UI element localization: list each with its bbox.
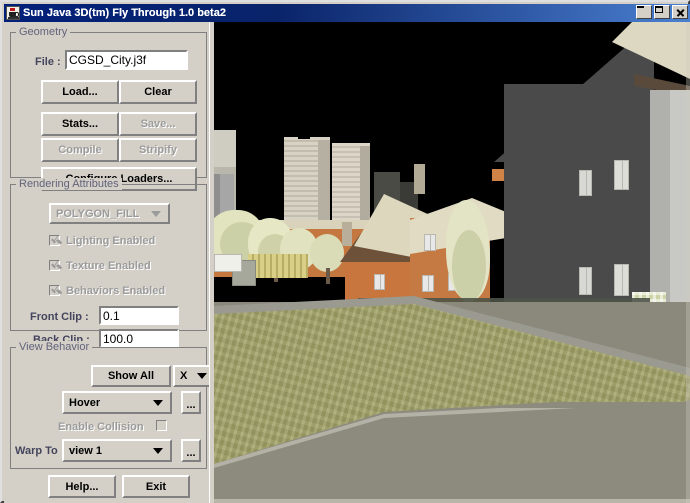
maximize-button[interactable] [654,5,670,19]
texture-enabled-checkbox: ✓ [49,260,60,271]
polygon-mode-combo: POLYGON_FILL [49,203,170,224]
behaviors-enabled-checkbox: ✓ [49,285,60,296]
footer-buttons: Help... Exit [4,477,213,503]
behavior-value: Hover [64,397,153,409]
save-button: Save... [119,112,197,136]
geometry-group-title: Geometry [16,26,70,38]
tree-trunk-3 [326,268,330,284]
axis-combo[interactable]: X [173,365,213,387]
file-input[interactable]: CGSD_City.j3f [65,50,188,70]
lighting-enabled-checkbox: ✓ [49,235,60,246]
tree-foliage-mid-b [452,230,486,302]
tower-a-side [318,140,330,232]
back-clip-input[interactable]: 100.0 [99,329,179,348]
exit-button[interactable]: Exit [122,475,190,498]
axis-value: X [175,370,197,382]
3d-canvas[interactable] [214,22,690,503]
title-bar[interactable]: Sun Java 3D(tm) Fly Through 1.0 beta2 [4,4,690,22]
clear-button[interactable]: Clear [119,80,197,104]
minimize-button[interactable] [636,5,652,19]
lighting-enabled-label: Lighting Enabled [66,235,155,247]
texture-enabled-label: Texture Enabled [66,260,151,272]
grey-house-window-4 [614,264,629,296]
brick-house-window-2 [422,275,434,292]
chevron-down-icon [197,373,207,379]
behavior-options-button[interactable]: ... [181,391,201,414]
view-behavior-group: View Behavior Show All X Hover ... Enabl… [10,347,207,469]
show-all-button[interactable]: Show All [91,365,171,387]
rendering-attributes-group-title: Rendering Attributes [16,178,122,190]
brick-house-window-4 [374,274,385,290]
tree-foliage-4 [310,234,344,272]
warp-to-combo[interactable]: view 1 [62,439,172,462]
yellow-fence [248,254,308,278]
window-title: Sun Java 3D(tm) Fly Through 1.0 beta2 [23,7,226,19]
tower-a-notch [298,135,310,139]
file-label: File : [35,56,61,68]
front-clip-input[interactable]: 0.1 [99,306,179,325]
polygon-mode-value: POLYGON_FILL [51,208,151,220]
chevron-down-icon [151,211,161,217]
window-controls [636,5,688,19]
enable-collision-checkbox [156,420,167,431]
client-area: Geometry File : CGSD_City.j3f Load... Cl… [4,22,690,503]
behaviors-enabled-label: Behaviors Enabled [66,285,165,297]
warp-to-value: view 1 [64,445,153,457]
viewport-bottom-edge [214,499,690,503]
grey-house-window-2 [614,160,629,190]
front-clip-label: Front Clip : [30,311,89,323]
warp-to-options-button[interactable]: ... [181,439,201,462]
view-behavior-group-title: View Behavior [16,341,92,353]
white-sign [214,254,242,272]
load-button[interactable]: Load... [41,80,119,104]
rendering-attributes-group: Rendering Attributes POLYGON_FILL ✓ Ligh… [10,184,207,331]
warp-to-label: Warp To [15,445,58,457]
geometry-group: Geometry File : CGSD_City.j3f Load... Cl… [10,32,207,178]
grey-house-window-1 [579,170,592,196]
application-window: Sun Java 3D(tm) Fly Through 1.0 beta2 Ge… [0,0,690,503]
close-button[interactable] [672,5,688,19]
control-panel: Geometry File : CGSD_City.j3f Load... Cl… [4,22,213,503]
chevron-down-icon [153,448,163,454]
chevron-down-icon [153,400,163,406]
brick-house-window-1 [424,234,436,251]
behavior-combo[interactable]: Hover [62,391,172,414]
compile-button: Compile [41,138,119,162]
stripify-button: Stripify [119,138,197,162]
viewport-right-edge [686,22,690,503]
orange-dormer [492,169,504,181]
enable-collision-label: Enable Collision [58,421,144,433]
chimney-1 [414,164,425,194]
grey-house-window-3 [579,267,592,295]
help-button[interactable]: Help... [48,475,116,498]
stats-button[interactable]: Stats... [41,112,119,136]
java-coffee-cup-icon [6,6,20,20]
chimney-2 [342,222,352,246]
